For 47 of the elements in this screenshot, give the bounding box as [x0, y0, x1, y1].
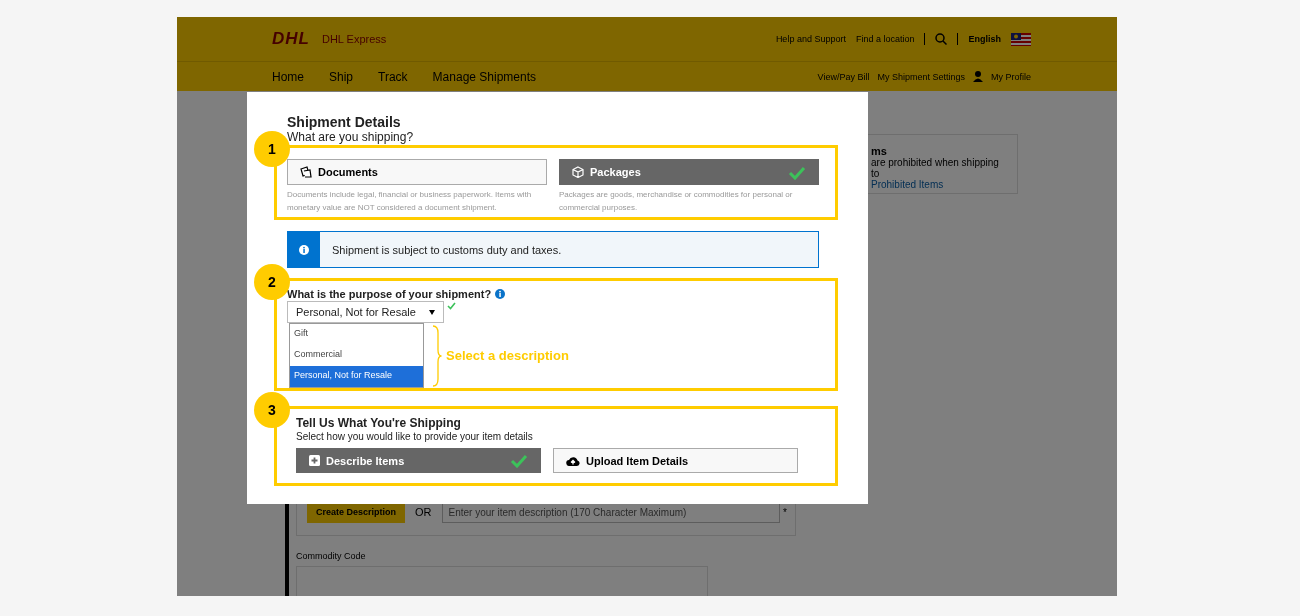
- section-title: Tell Us What You're Shipping: [296, 416, 462, 430]
- logo: DHL: [272, 29, 310, 49]
- shipment-type-button[interactable]: Documents: [287, 159, 547, 185]
- option-description: Documents include legal, financial or business paperwork. Items with monetary value are NOT considered a document shipment.: [287, 189, 533, 214]
- check-icon: [510, 453, 528, 468]
- item-details-button[interactable]: Upload Item Details: [553, 448, 798, 473]
- option-description: Packages are goods, merchandise or commodities for personal or commercial purposes.: [559, 189, 794, 214]
- check-icon: [788, 164, 806, 180]
- info-message: Shipment is subject to customs duty and taxes.: [332, 243, 562, 256]
- header-link[interactable]: Find a location: [855, 34, 915, 44]
- dropdown-option[interactable]: Personal, Not for Resale: [290, 366, 423, 387]
- account-link[interactable]: My Profile: [991, 71, 1031, 82]
- section-subtitle: Select how you would like to provide your item details: [296, 431, 534, 442]
- cloud-upload-icon: [566, 455, 580, 466]
- nav-link[interactable]: Manage Shipments: [432, 69, 536, 84]
- callout-text: Select a description: [446, 348, 569, 363]
- item-details-button[interactable]: Describe Items: [296, 448, 541, 473]
- brace-icon: [432, 324, 442, 387]
- dropdown-option[interactable]: Commercial: [290, 345, 423, 366]
- notice-title: ms: [871, 145, 888, 157]
- dialog-title: Shipment Details: [287, 114, 402, 130]
- header-link[interactable]: Help and Support: [775, 34, 846, 44]
- required-mark: *: [783, 506, 787, 518]
- purpose-dropdown[interactable]: Personal, Not for Resale: [287, 301, 444, 323]
- nav-link[interactable]: Track: [378, 69, 408, 84]
- nav-link[interactable]: Home: [272, 69, 304, 84]
- user-icon: [973, 71, 983, 82]
- info-icon: [299, 244, 309, 255]
- documents-icon: [300, 166, 312, 178]
- info-icon: [495, 289, 506, 299]
- caret-icon: [429, 309, 435, 315]
- commodity-code-label: Commodity Code: [296, 551, 367, 561]
- language-link[interactable]: English: [968, 34, 1001, 44]
- nav-link[interactable]: Ship: [329, 69, 354, 84]
- prohibited-items-link[interactable]: Prohibited Items: [871, 179, 944, 190]
- notice-text: are prohibited when shipping to: [871, 157, 1000, 179]
- step-badge: 3: [254, 392, 290, 428]
- box-icon: [572, 166, 584, 178]
- shipment-type-button[interactable]: Packages: [559, 159, 819, 185]
- account-link[interactable]: My Shipment Settings: [877, 71, 965, 82]
- or-label: OR: [415, 506, 432, 518]
- search-icon: [935, 33, 948, 45]
- dropdown-option[interactable]: Gift: [290, 324, 423, 345]
- flag-icon: [1011, 32, 1031, 46]
- plus-icon: [309, 455, 320, 466]
- account-link[interactable]: View/Pay Bill: [817, 71, 870, 82]
- brand-name: DHL Express: [321, 33, 387, 45]
